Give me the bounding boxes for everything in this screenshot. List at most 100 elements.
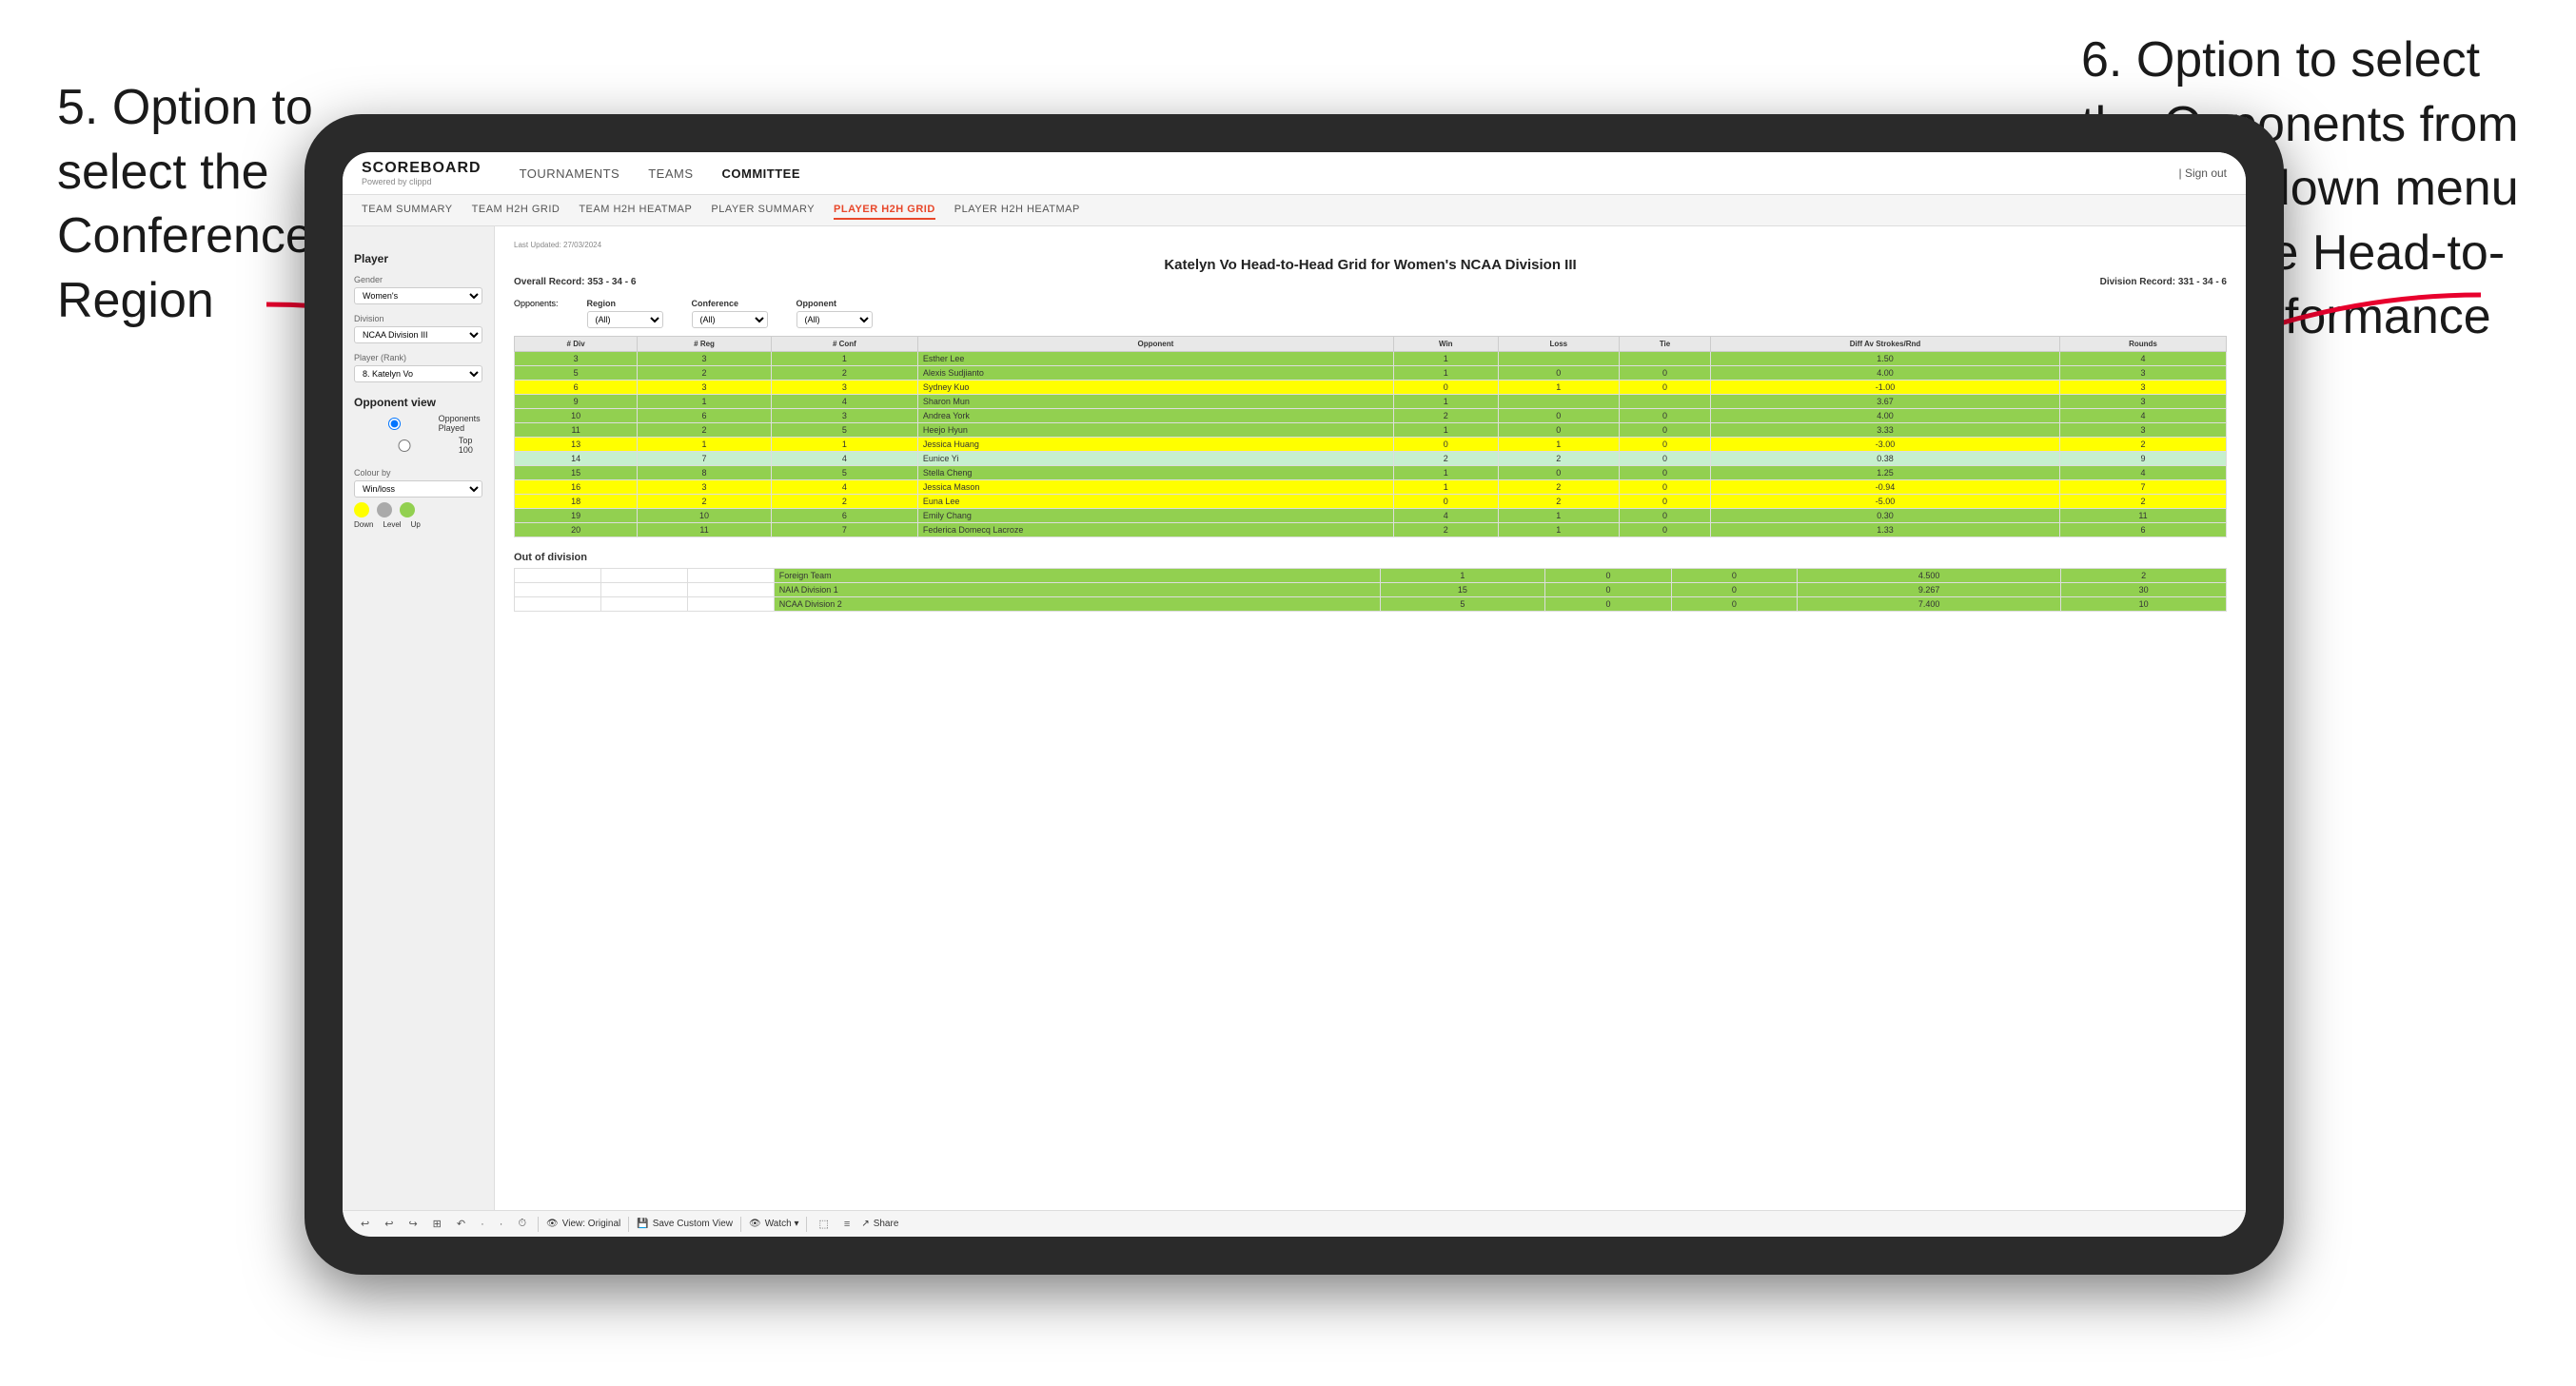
table-cell: 6 bbox=[771, 509, 917, 523]
toolbar-grid[interactable]: ⊞ bbox=[429, 1216, 445, 1232]
ood-cell bbox=[687, 597, 774, 612]
share-icon: ↗ bbox=[861, 1219, 869, 1229]
table-cell: 0 bbox=[1619, 523, 1710, 537]
sidebar-colour-by-select[interactable]: Win/loss bbox=[354, 480, 482, 498]
table-cell: 1 bbox=[1498, 438, 1619, 452]
sidebar-gender-select[interactable]: Women's bbox=[354, 287, 482, 304]
ood-cell: NCAA Division 2 bbox=[774, 597, 1380, 612]
table-cell: 8 bbox=[638, 466, 772, 480]
toolbar-div3 bbox=[740, 1217, 741, 1232]
nav-tournaments[interactable]: TOURNAMENTS bbox=[520, 163, 620, 185]
opponent-label: Opponent bbox=[796, 299, 873, 308]
table-cell: -5.00 bbox=[1711, 495, 2060, 509]
sidebar-player-rank-select[interactable]: 8. Katelyn Vo bbox=[354, 365, 482, 382]
th-conf: # Conf bbox=[771, 337, 917, 352]
table-cell: 1 bbox=[1393, 352, 1498, 366]
table-row: 914Sharon Mun13.673 bbox=[515, 395, 2227, 409]
toolbar-clock[interactable]: ⏱ bbox=[514, 1216, 530, 1232]
circle-up bbox=[400, 502, 415, 517]
table-cell: 3 bbox=[638, 381, 772, 395]
ood-cell bbox=[687, 583, 774, 597]
toolbar-undo2[interactable]: ↩ bbox=[381, 1216, 397, 1232]
toolbar-layout[interactable]: ⬚ bbox=[815, 1216, 832, 1232]
toolbar-refresh[interactable]: ↶ bbox=[453, 1216, 469, 1232]
table-cell: -0.94 bbox=[1711, 480, 2060, 495]
conference-select[interactable]: (All) bbox=[692, 311, 768, 328]
table-cell: 2 bbox=[1498, 495, 1619, 509]
table-cell: 6 bbox=[638, 409, 772, 423]
table-cell: Sydney Kuo bbox=[917, 381, 1393, 395]
table-cell: 1 bbox=[1393, 366, 1498, 381]
table-row: 19106Emily Chang4100.3011 bbox=[515, 509, 2227, 523]
label-down: Down bbox=[354, 520, 373, 529]
toolbar-redo[interactable]: ↪ bbox=[404, 1216, 421, 1232]
nav-committee[interactable]: COMMITTEE bbox=[722, 163, 801, 185]
table-row: 20117Federica Domecq Lacroze2101.336 bbox=[515, 523, 2227, 537]
table-cell: 6 bbox=[515, 381, 638, 395]
toolbar-save-custom-view[interactable]: 💾 Save Custom View bbox=[637, 1219, 733, 1229]
last-updated: Last Updated: 27/03/2024 bbox=[514, 241, 2227, 249]
ood-cell: 0 bbox=[1671, 569, 1797, 583]
table-cell: 4 bbox=[2060, 352, 2227, 366]
toolbar-view-original[interactable]: 👁 View: Original bbox=[546, 1219, 620, 1229]
table-cell: 0 bbox=[1619, 509, 1710, 523]
toolbar-undo[interactable]: ↩ bbox=[357, 1216, 373, 1232]
table-cell: 16 bbox=[515, 480, 638, 495]
table-cell: 19 bbox=[515, 509, 638, 523]
table-cell: 1 bbox=[1498, 523, 1619, 537]
table-cell: -3.00 bbox=[1711, 438, 2060, 452]
radio-opponents-played[interactable]: Opponents Played bbox=[354, 414, 482, 433]
ood-table-row: NAIA Division 115009.26730 bbox=[515, 583, 2227, 597]
toolbar-div1 bbox=[538, 1217, 539, 1232]
table-cell: 9 bbox=[515, 395, 638, 409]
sub-nav-player-h2h-grid[interactable]: PLAYER H2H GRID bbox=[834, 201, 935, 220]
ood-cell bbox=[600, 583, 687, 597]
out-of-division-table: Foreign Team1004.5002NAIA Division 11500… bbox=[514, 568, 2227, 612]
toolbar-menu[interactable]: ≡ bbox=[840, 1217, 854, 1232]
sub-nav-team-h2h-grid[interactable]: TEAM H2H GRID bbox=[472, 201, 560, 220]
table-cell: 10 bbox=[638, 509, 772, 523]
table-row: 1311Jessica Huang010-3.002 bbox=[515, 438, 2227, 452]
sidebar-gender-label: Gender bbox=[354, 275, 482, 284]
nav-sign-out[interactable]: | Sign out bbox=[2179, 166, 2227, 180]
table-cell: 1 bbox=[1393, 423, 1498, 438]
view-original-label: View: Original bbox=[562, 1219, 621, 1229]
table-cell: 2 bbox=[638, 423, 772, 438]
table-cell: 5 bbox=[771, 423, 917, 438]
ood-cell: 2 bbox=[2061, 569, 2227, 583]
th-loss: Loss bbox=[1498, 337, 1619, 352]
ood-cell: 15 bbox=[1380, 583, 1545, 597]
table-cell: 4 bbox=[2060, 409, 2227, 423]
sub-nav-player-summary[interactable]: PLAYER SUMMARY bbox=[711, 201, 815, 220]
table-cell: 1.50 bbox=[1711, 352, 2060, 366]
nav-teams[interactable]: TEAMS bbox=[648, 163, 693, 185]
sidebar-division-select[interactable]: NCAA Division III bbox=[354, 326, 482, 343]
ood-cell: 0 bbox=[1671, 597, 1797, 612]
table-cell bbox=[1498, 352, 1619, 366]
table-cell: 2 bbox=[1498, 480, 1619, 495]
ood-cell bbox=[600, 597, 687, 612]
table-cell: Heejo Hyun bbox=[917, 423, 1393, 438]
sub-nav-team-summary[interactable]: TEAM SUMMARY bbox=[362, 201, 453, 220]
opponents-label-group: Opponents: bbox=[514, 299, 559, 308]
ood-cell: 30 bbox=[2061, 583, 2227, 597]
nav-items: TOURNAMENTS TEAMS COMMITTEE bbox=[520, 163, 2151, 185]
main-content: Player Gender Women's Division NCAA Divi… bbox=[343, 226, 2246, 1210]
toolbar-share[interactable]: ↗ Share bbox=[861, 1219, 898, 1229]
logo-area: SCOREBOARD Powered by clippd bbox=[362, 160, 482, 186]
ood-cell: 0 bbox=[1545, 597, 1671, 612]
table-cell: 4.00 bbox=[1711, 409, 2060, 423]
ood-cell bbox=[515, 583, 601, 597]
table-cell: 2 bbox=[638, 495, 772, 509]
opponent-select[interactable]: (All) bbox=[796, 311, 873, 328]
sub-nav-player-h2h-heatmap[interactable]: PLAYER H2H HEATMAP bbox=[954, 201, 1080, 220]
table-cell: 3.33 bbox=[1711, 423, 2060, 438]
out-of-division-label: Out of division bbox=[514, 552, 2227, 563]
region-select[interactable]: (All) bbox=[587, 311, 663, 328]
table-cell: 2 bbox=[1393, 523, 1498, 537]
sub-nav-team-h2h-heatmap[interactable]: TEAM H2H HEATMAP bbox=[579, 201, 692, 220]
radio-top100[interactable]: Top 100 bbox=[354, 436, 482, 455]
toolbar-watch[interactable]: 👁 Watch ▾ bbox=[749, 1219, 798, 1229]
bottom-toolbar: ↩ ↩ ↪ ⊞ ↶ · · ⏱ 👁 View: Original 💾 Save … bbox=[343, 1210, 2246, 1237]
table-cell: 2 bbox=[638, 366, 772, 381]
